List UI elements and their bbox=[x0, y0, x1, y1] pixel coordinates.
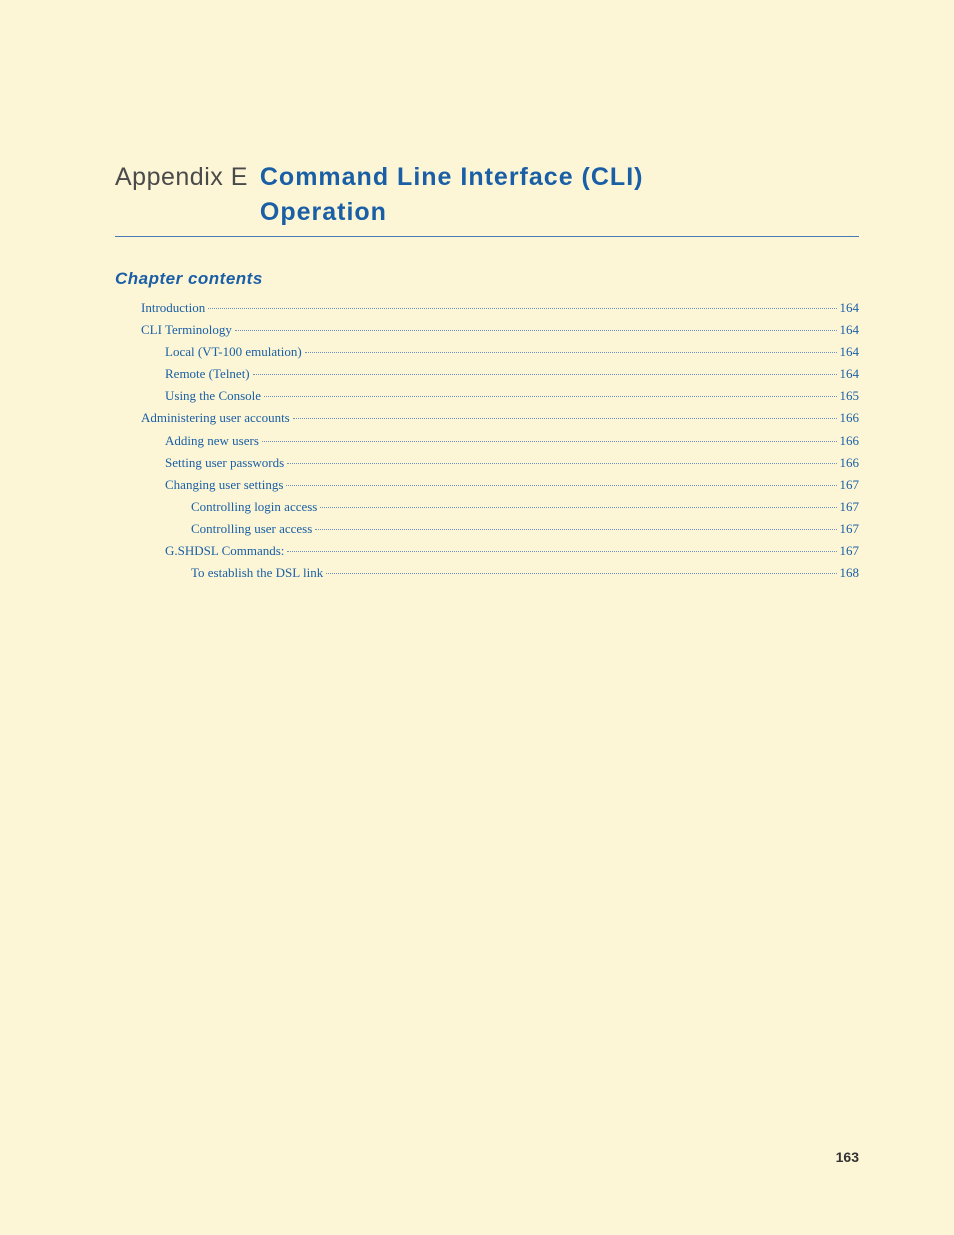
toc-entry[interactable]: To establish the DSL link 168 bbox=[115, 562, 859, 584]
toc-entry-title: Controlling user access bbox=[191, 518, 312, 540]
table-of-contents: Introduction164CLI Terminology164Local (… bbox=[115, 297, 859, 584]
toc-entry[interactable]: Changing user settings 167 bbox=[115, 474, 859, 496]
toc-entry[interactable]: Adding new users 166 bbox=[115, 430, 859, 452]
toc-leader-dots bbox=[208, 307, 836, 309]
toc-leader-dots bbox=[287, 550, 836, 552]
toc-leader-dots bbox=[315, 528, 836, 530]
document-page: Appendix E Command Line Interface (CLI) … bbox=[0, 0, 954, 1235]
toc-leader-dots bbox=[262, 440, 837, 442]
toc-leader-dots bbox=[293, 417, 837, 419]
toc-entry-title: Using the Console bbox=[165, 385, 261, 407]
toc-entry[interactable]: Administering user accounts 166 bbox=[115, 407, 859, 429]
toc-leader-dots bbox=[287, 462, 836, 464]
toc-entry-title: Local (VT-100 emulation) bbox=[165, 341, 302, 363]
toc-leader-dots bbox=[235, 329, 837, 331]
toc-entry[interactable]: Local (VT-100 emulation) 164 bbox=[115, 341, 859, 363]
toc-leader-dots bbox=[253, 373, 837, 375]
toc-entry-title: Setting user passwords bbox=[165, 452, 284, 474]
appendix-label: Appendix E bbox=[115, 160, 248, 195]
toc-entry-title: Introduction bbox=[141, 297, 205, 319]
appendix-title: Command Line Interface (CLI) Operation bbox=[260, 160, 644, 230]
toc-entry-title: G.SHDSL Commands: bbox=[165, 540, 284, 562]
toc-entry-page: 164 bbox=[840, 297, 860, 319]
toc-leader-dots bbox=[326, 572, 836, 574]
toc-entry-title: Remote (Telnet) bbox=[165, 363, 250, 385]
toc-entry[interactable]: G.SHDSL Commands: 167 bbox=[115, 540, 859, 562]
page-number: 163 bbox=[836, 1149, 859, 1165]
toc-entry-page: 166 bbox=[840, 430, 860, 452]
toc-entry-page: 164 bbox=[840, 363, 860, 385]
toc-leader-dots bbox=[264, 395, 836, 397]
toc-entry-page: 164 bbox=[840, 341, 860, 363]
toc-entry-page: 166 bbox=[840, 452, 860, 474]
toc-entry-title: CLI Terminology bbox=[141, 319, 232, 341]
toc-leader-dots bbox=[305, 351, 837, 353]
toc-entry-title: Adding new users bbox=[165, 430, 259, 452]
toc-entry-page: 167 bbox=[840, 496, 860, 518]
chapter-contents-heading: Chapter contents bbox=[115, 269, 859, 289]
toc-entry-page: 167 bbox=[840, 540, 860, 562]
toc-leader-dots bbox=[286, 484, 836, 486]
toc-entry-page: 168 bbox=[840, 562, 860, 584]
toc-entry-page: 165 bbox=[840, 385, 860, 407]
title-block: Appendix E Command Line Interface (CLI) … bbox=[115, 160, 859, 237]
toc-entry-title: Changing user settings bbox=[165, 474, 283, 496]
toc-entry-title: To establish the DSL link bbox=[191, 562, 323, 584]
toc-entry-page: 167 bbox=[840, 518, 860, 540]
toc-leader-dots bbox=[320, 506, 836, 508]
appendix-title-line1: Command Line Interface (CLI) bbox=[260, 163, 644, 191]
toc-entry[interactable]: Using the Console 165 bbox=[115, 385, 859, 407]
toc-entry-title: Controlling login access bbox=[191, 496, 317, 518]
title-row: Appendix E Command Line Interface (CLI) … bbox=[115, 160, 859, 230]
toc-entry[interactable]: Introduction 164 bbox=[115, 297, 859, 319]
appendix-title-line2: Operation bbox=[260, 198, 387, 226]
toc-entry-page: 164 bbox=[840, 319, 860, 341]
toc-entry[interactable]: Setting user passwords 166 bbox=[115, 452, 859, 474]
toc-entry-page: 167 bbox=[840, 474, 860, 496]
toc-entry[interactable]: Remote (Telnet) 164 bbox=[115, 363, 859, 385]
toc-entry-title: Administering user accounts bbox=[141, 407, 290, 429]
toc-entry[interactable]: Controlling login access 167 bbox=[115, 496, 859, 518]
toc-entry[interactable]: Controlling user access 167 bbox=[115, 518, 859, 540]
toc-entry-page: 166 bbox=[840, 407, 860, 429]
toc-entry[interactable]: CLI Terminology 164 bbox=[115, 319, 859, 341]
